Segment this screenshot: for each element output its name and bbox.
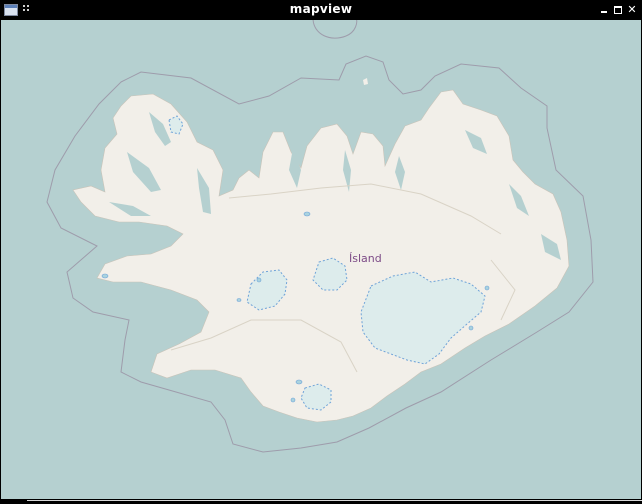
iceland-land	[72, 89, 570, 423]
map-canvas[interactable]: Ísland	[1, 20, 641, 499]
maximize-icon[interactable]	[612, 3, 624, 16]
map-svg	[46, 20, 594, 453]
title-bar[interactable]: mapview ✕	[0, 0, 642, 20]
place-label-island[interactable]: Ísland	[349, 252, 382, 265]
mapview-window: mapview ✕ Ísland	[0, 0, 642, 504]
offshore-island	[363, 78, 368, 85]
status-edge	[0, 499, 642, 504]
window-title: mapview	[289, 2, 353, 16]
minimize-icon[interactable]	[598, 3, 610, 16]
close-icon[interactable]: ✕	[626, 3, 638, 16]
